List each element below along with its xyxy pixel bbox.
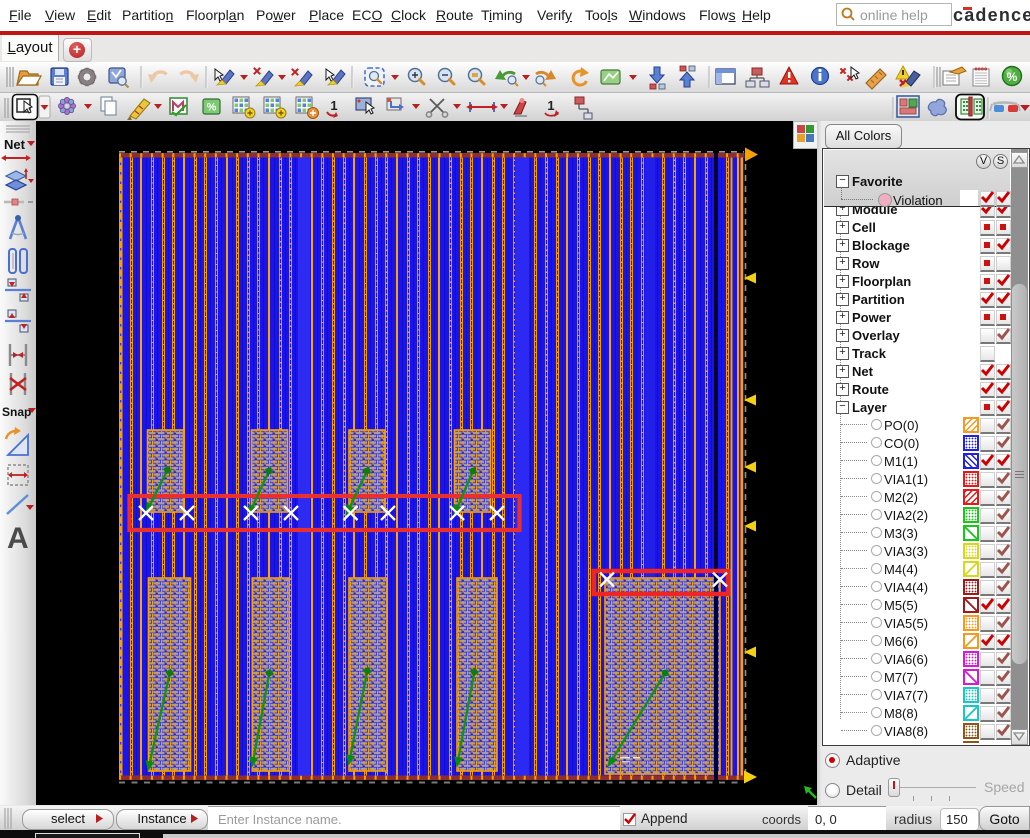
svg-text:Snap: Snap	[2, 405, 31, 419]
svg-text:1: 1	[547, 98, 554, 113]
svg-text:%: %	[1007, 70, 1018, 84]
svg-text:Net: Net	[4, 137, 26, 152]
svg-text:%: %	[207, 102, 217, 114]
svg-text:1: 1	[330, 98, 337, 113]
svg-text:A: A	[7, 522, 29, 555]
